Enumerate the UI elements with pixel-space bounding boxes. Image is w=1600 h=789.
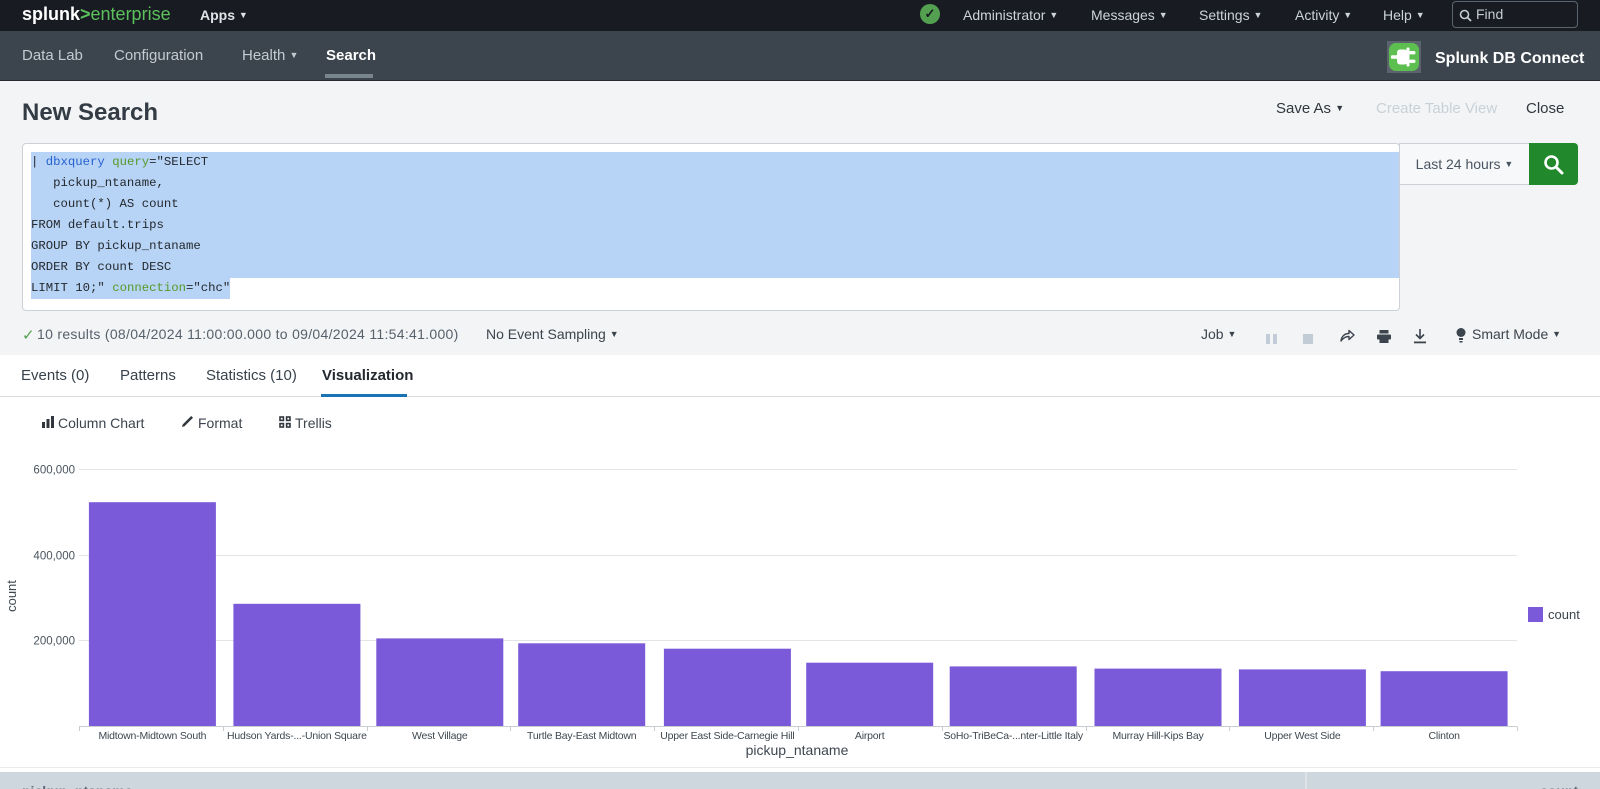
svg-text:600,000: 600,000 [33,465,75,477]
svg-text:Airport: Airport [855,730,885,742]
svg-text:West Village: West Village [412,730,468,742]
svg-text:count: count [4,580,19,612]
svg-text:Upper West Side: Upper West Side [1264,730,1341,742]
svg-text:SoHo-TriBeCa-...nter-Little It: SoHo-TriBeCa-...nter-Little Italy [943,730,1083,742]
svg-text:Hudson Yards-...-Union Square: Hudson Yards-...-Union Square [227,730,367,742]
svg-text:400,000: 400,000 [33,551,75,563]
svg-text:count: count [1548,607,1580,622]
svg-text:Upper East Side-Carnegie Hill: Upper East Side-Carnegie Hill [660,730,794,742]
svg-text:Midtown-Midtown South: Midtown-Midtown South [98,730,206,742]
svg-text:Turtle Bay-East Midtown: Turtle Bay-East Midtown [527,730,637,742]
svg-text:Murray Hill-Kips Bay: Murray Hill-Kips Bay [1112,730,1204,742]
svg-text:pickup_ntaname: pickup_ntaname [746,742,849,758]
svg-text:Clinton: Clinton [1428,730,1460,742]
svg-text:200,000: 200,000 [33,636,75,648]
